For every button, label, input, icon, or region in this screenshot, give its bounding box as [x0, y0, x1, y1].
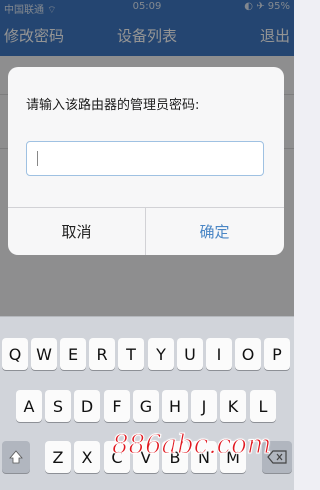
key-g[interactable]: G: [133, 390, 159, 422]
cancel-button[interactable]: 取消: [8, 208, 145, 255]
key-d[interactable]: D: [74, 390, 100, 422]
dialog-message: 请输入该路由器的管理员密码:: [26, 98, 200, 113]
watermark: 886abc.com: [112, 430, 272, 461]
key-s[interactable]: S: [45, 390, 71, 422]
key-f[interactable]: F: [104, 390, 130, 422]
key-l[interactable]: L: [250, 390, 276, 422]
key-u[interactable]: U: [177, 338, 203, 370]
confirm-button[interactable]: 确定: [146, 208, 283, 255]
text-caret: [37, 151, 38, 166]
key-h[interactable]: H: [162, 390, 188, 422]
key-w[interactable]: W: [31, 338, 57, 370]
key-q[interactable]: Q: [2, 338, 28, 370]
key-z[interactable]: Z: [45, 441, 71, 473]
key-e[interactable]: E: [60, 338, 86, 370]
password-dialog: 请输入该路由器的管理员密码: 取消 确定: [8, 67, 284, 255]
key-j[interactable]: J: [191, 390, 217, 422]
shift-key[interactable]: [2, 441, 30, 473]
key-p[interactable]: P: [264, 338, 290, 370]
key-k[interactable]: K: [220, 390, 246, 422]
key-x[interactable]: X: [74, 441, 100, 473]
key-y[interactable]: Y: [148, 338, 174, 370]
password-input[interactable]: [26, 141, 264, 176]
key-a[interactable]: A: [16, 390, 42, 422]
key-t[interactable]: T: [118, 338, 144, 370]
key-o[interactable]: O: [235, 338, 261, 370]
key-r[interactable]: R: [89, 338, 115, 370]
shift-icon: [9, 450, 23, 464]
key-i[interactable]: I: [206, 338, 232, 370]
